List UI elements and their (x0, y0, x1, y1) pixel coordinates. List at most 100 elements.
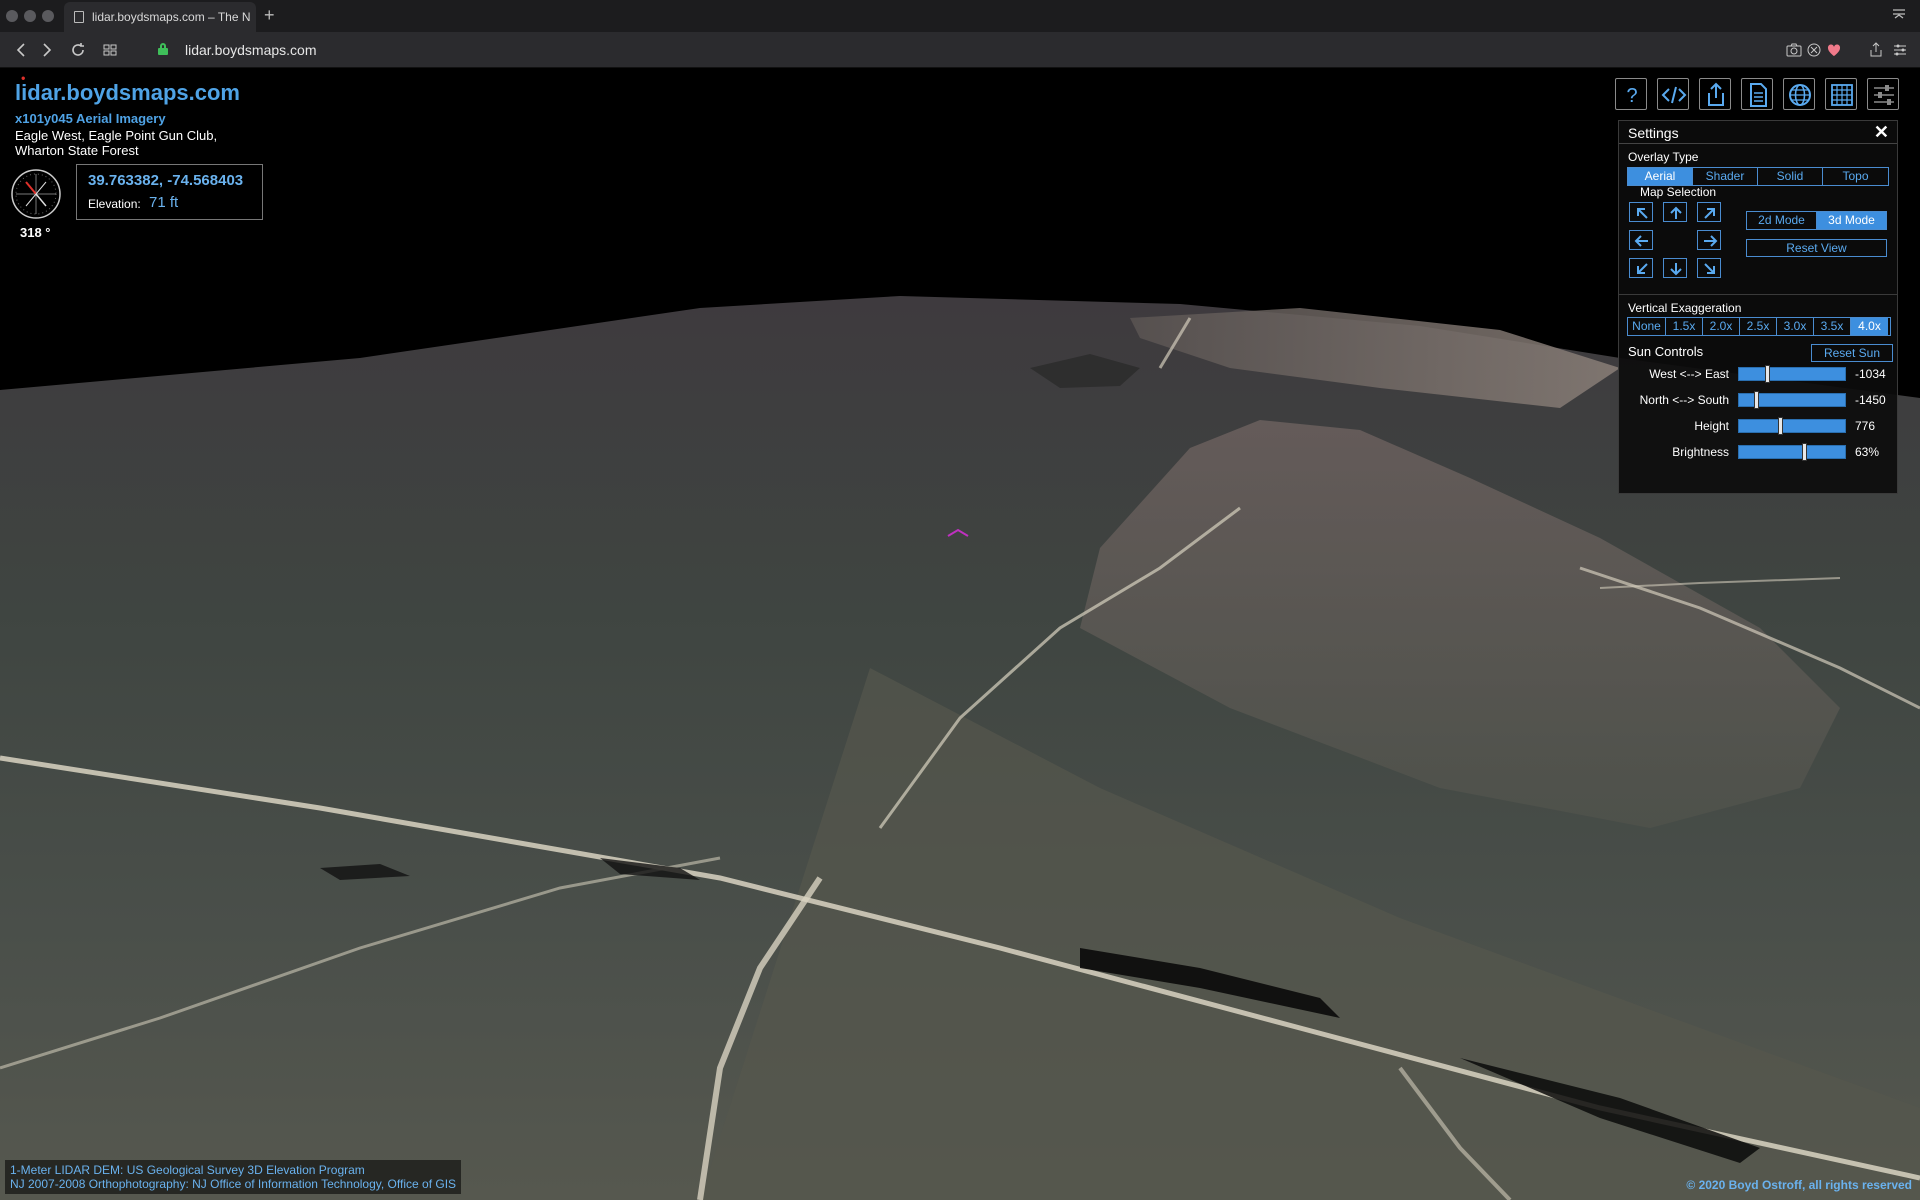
browser-tab-bar: lidar.boydsmaps.com – The N + (0, 0, 1920, 32)
overlay-aerial-button[interactable]: Aerial (1628, 168, 1693, 185)
slider-thumb[interactable] (1802, 443, 1807, 461)
slider-value: 63% (1855, 445, 1880, 459)
view-mode-selector: 2d Mode 3d Mode (1746, 211, 1887, 230)
coordinate-panel: 39.763382, -74.568403 Elevation: 71 ft (76, 164, 263, 220)
new-tab-button[interactable]: + (264, 5, 275, 26)
pan-southwest-button[interactable] (1629, 258, 1653, 278)
easy-setup-icon[interactable] (1890, 40, 1910, 60)
slider-label: Height (1694, 419, 1729, 433)
elevation-label: Elevation: (88, 197, 141, 211)
camera-icon[interactable] (1784, 40, 1804, 60)
exaggeration-3-5x-button[interactable]: 3.5x (1814, 318, 1851, 335)
pan-east-button[interactable] (1697, 230, 1721, 250)
speed-dial-icon[interactable] (100, 40, 120, 60)
west-east-slider[interactable] (1738, 365, 1846, 383)
reload-icon[interactable] (68, 40, 88, 60)
sun-controls-label: Sun Controls (1628, 344, 1704, 359)
divider (1619, 143, 1897, 144)
mode-2d-button[interactable]: 2d Mode (1747, 212, 1817, 229)
forward-icon[interactable] (36, 40, 56, 60)
slider-label: West <--> East (1649, 367, 1729, 381)
mode-3d-button[interactable]: 3d Mode (1817, 212, 1886, 229)
settings-panel: Settings ✕ Overlay Type Aerial Shader So… (1618, 120, 1898, 494)
close-icon[interactable]: ✕ (1874, 122, 1889, 143)
coordinates-readout: 39.763382, -74.568403 (88, 172, 244, 189)
arrow-down-left-icon (1637, 263, 1648, 274)
globe-button[interactable] (1783, 78, 1815, 110)
address-field[interactable]: lidar.boydsmaps.com (185, 42, 317, 58)
slider-thumb[interactable] (1754, 391, 1759, 409)
map-viewport[interactable]: li • dar.boydsmaps.com x101y045 Aerial Ima… (0, 68, 1920, 1200)
heading-readout: 318 ° (20, 225, 51, 240)
imagery-title[interactable]: x101y045 Aerial Imagery (15, 111, 166, 126)
exaggeration-4-0x-button[interactable]: 4.0x (1851, 318, 1888, 335)
pan-west-button[interactable] (1629, 230, 1653, 250)
settings-toggle-button[interactable] (1867, 78, 1899, 110)
page-icon (74, 11, 84, 23)
attribution-box: 1-Meter LIDAR DEM: US Geological Survey … (5, 1160, 461, 1194)
compass-icon[interactable] (10, 168, 62, 220)
overlay-solid-button[interactable]: Solid (1758, 168, 1823, 185)
block-icon[interactable] (1804, 40, 1824, 60)
attribution-ortho-link[interactable]: NJ 2007-2008 Orthophotography: NJ Office… (10, 1177, 456, 1191)
exaggeration-2-0x-button[interactable]: 2.0x (1703, 318, 1740, 335)
arrow-down-icon (1670, 263, 1682, 276)
attribution-lidar-link[interactable]: 1-Meter LIDAR DEM: US Geological Survey … (10, 1163, 456, 1177)
embed-code-button[interactable] (1657, 78, 1689, 110)
grid-icon (1831, 84, 1853, 106)
grid-button[interactable] (1825, 78, 1857, 110)
pan-north-button[interactable] (1663, 202, 1687, 222)
arrow-up-icon (1670, 206, 1682, 219)
exaggeration-2-5x-button[interactable]: 2.5x (1740, 318, 1777, 335)
slider-thumb[interactable] (1778, 417, 1783, 435)
site-title[interactable]: li • dar.boydsmaps.com (15, 71, 240, 106)
exaggeration-1-5x-button[interactable]: 1.5x (1666, 318, 1703, 335)
exaggeration-3-0x-button[interactable]: 3.0x (1777, 318, 1814, 335)
browser-toolbar: lidar.boydsmaps.com (0, 32, 1920, 68)
window-minimize-button[interactable] (24, 10, 36, 22)
share-page-icon[interactable] (1866, 40, 1886, 60)
copyright-link[interactable]: © 2020 Boyd Ostroff, all rights reserved (1686, 1178, 1912, 1192)
north-south-slider[interactable] (1738, 391, 1846, 409)
exaggeration-none-button[interactable]: None (1628, 318, 1666, 335)
brightness-slider[interactable] (1738, 443, 1846, 461)
arrow-up-right-icon (1704, 208, 1715, 219)
height-slider[interactable] (1738, 417, 1846, 435)
globe-icon (1789, 84, 1811, 106)
share-icon (1708, 82, 1724, 106)
sliders-icon (1874, 85, 1894, 105)
slider-value: 776 (1855, 419, 1876, 433)
back-icon[interactable] (12, 40, 32, 60)
arrow-down-right-icon (1704, 263, 1715, 274)
map-selection-label: Map Selection (1640, 185, 1717, 199)
heart-icon[interactable] (1824, 40, 1844, 60)
code-icon (1661, 86, 1687, 104)
location-line: Eagle West, Eagle Point Gun Club, (15, 128, 218, 143)
slider-value: -1034 (1855, 367, 1886, 381)
lock-icon[interactable] (158, 43, 168, 55)
slider-thumb[interactable] (1765, 365, 1770, 383)
overlay-type-label: Overlay Type (1628, 150, 1699, 164)
share-button[interactable] (1699, 78, 1731, 110)
vertical-exaggeration-label: Vertical Exaggeration (1628, 301, 1742, 315)
slider-label: North <--> South (1639, 393, 1729, 407)
pan-southeast-button[interactable] (1697, 258, 1721, 278)
window-zoom-button[interactable] (42, 10, 54, 22)
help-button[interactable]: ? (1615, 78, 1647, 110)
reset-view-button[interactable]: Reset View (1746, 239, 1887, 257)
overlay-shader-button[interactable]: Shader (1693, 168, 1758, 185)
pan-northwest-button[interactable] (1629, 202, 1653, 222)
slider-label: Brightness (1672, 445, 1729, 459)
browser-tab[interactable]: lidar.boydsmaps.com – The N (64, 2, 256, 32)
pan-northeast-button[interactable] (1697, 202, 1721, 222)
reset-sun-button[interactable]: Reset Sun (1811, 344, 1893, 362)
info-page-button[interactable] (1741, 78, 1773, 110)
tab-title: lidar.boydsmaps.com – The N (92, 10, 251, 24)
tab-overview-icon[interactable] (1892, 8, 1906, 22)
overlay-topo-button[interactable]: Topo (1823, 168, 1888, 185)
help-icon: ? (1626, 85, 1637, 107)
pan-south-button[interactable] (1663, 258, 1687, 278)
elevation-value: 71 ft (149, 194, 179, 211)
arrow-left-icon (1634, 235, 1648, 247)
window-close-button[interactable] (6, 10, 18, 22)
